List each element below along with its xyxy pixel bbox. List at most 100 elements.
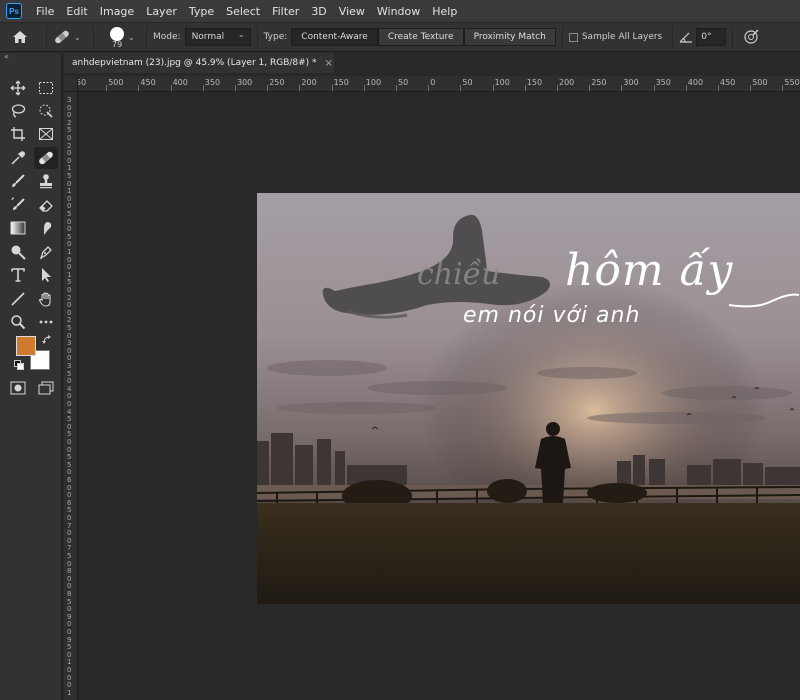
spot-healing-brush-tool[interactable] bbox=[34, 147, 58, 169]
menu-window[interactable]: Window bbox=[371, 5, 426, 18]
foreground-color-swatch[interactable] bbox=[16, 336, 36, 356]
type-tool[interactable] bbox=[6, 264, 30, 286]
home-button[interactable] bbox=[0, 23, 40, 51]
menu-3d[interactable]: 3D bbox=[305, 5, 332, 18]
ruler-tick bbox=[685, 85, 687, 91]
canvas-text-chieu: chiều bbox=[417, 257, 501, 292]
ruler-digit: 1 bbox=[67, 688, 72, 697]
menu-select[interactable]: Select bbox=[220, 5, 266, 18]
screen-mode-button[interactable] bbox=[34, 377, 58, 399]
smudge-tool[interactable] bbox=[34, 217, 58, 239]
path-selection-tool[interactable] bbox=[34, 264, 58, 286]
ruler-label: 50 bbox=[462, 78, 473, 87]
bandage-icon bbox=[39, 151, 53, 165]
angle-input[interactable]: 0° bbox=[696, 28, 727, 46]
sample-all-layers-checkbox[interactable]: Sample All Layers bbox=[568, 32, 666, 42]
quick-selection-tool[interactable] bbox=[34, 100, 58, 122]
ruler-tick bbox=[557, 85, 558, 91]
ruler-label: 150 bbox=[526, 78, 543, 87]
pen-icon bbox=[39, 246, 52, 260]
stamp-icon bbox=[40, 174, 52, 189]
more-tools-button[interactable] bbox=[34, 311, 58, 333]
type-icon bbox=[11, 268, 25, 282]
ruler-tick bbox=[202, 85, 204, 91]
ruler-label: 350 bbox=[655, 78, 671, 87]
ruler-label: 200 bbox=[559, 78, 575, 87]
ruler-label: 400 bbox=[687, 78, 704, 87]
brush-size-value: 79 bbox=[112, 40, 123, 49]
history-brush-tool[interactable] bbox=[6, 194, 30, 216]
canvas-text-em-noi-voi-anh: em nói với anh bbox=[463, 303, 641, 328]
toolbox-collapse-button[interactable]: « bbox=[0, 53, 61, 61]
canvas-text-hom-ay: hôm ấy bbox=[565, 245, 734, 296]
menu-image[interactable]: Image bbox=[94, 5, 140, 18]
angle-icon bbox=[679, 32, 693, 43]
ruler-tick bbox=[750, 85, 752, 91]
checkbox-box[interactable] bbox=[568, 32, 578, 42]
menu-help[interactable]: Help bbox=[426, 5, 463, 18]
tool-preset-picker[interactable]: ⌄ bbox=[53, 30, 87, 44]
options-separator bbox=[732, 26, 734, 48]
menu-edit[interactable]: Edit bbox=[60, 5, 93, 18]
line-icon bbox=[11, 292, 25, 306]
grass-field bbox=[257, 503, 800, 604]
ruler-tick bbox=[331, 85, 333, 91]
move-tool[interactable] bbox=[6, 77, 30, 99]
ruler-tick bbox=[299, 85, 301, 91]
brush-tip-icon bbox=[110, 27, 124, 41]
swap-colors-icon[interactable] bbox=[42, 335, 52, 345]
ruler-tick bbox=[235, 85, 236, 91]
pen-tool[interactable] bbox=[34, 241, 58, 263]
frame-tool[interactable] bbox=[34, 123, 58, 145]
clone-stamp-tool[interactable] bbox=[34, 170, 58, 192]
document-tab[interactable]: anhdepvietnam (23).jpg @ 45.9% (Layer 1,… bbox=[64, 53, 334, 73]
pressure-size-icon[interactable] bbox=[743, 29, 759, 45]
history-brush-icon bbox=[11, 197, 25, 210]
options-separator bbox=[146, 26, 147, 48]
gradient-tool[interactable] bbox=[6, 217, 30, 239]
brush-tool[interactable] bbox=[6, 170, 30, 192]
rectangle-marquee-icon bbox=[39, 82, 53, 94]
crop-tool[interactable] bbox=[6, 123, 30, 145]
horizontal-ruler[interactable]: 50 500 450 400 350 300 250 200 150 100 50 0 50 100 150… bbox=[64, 76, 800, 92]
menu-file[interactable]: File bbox=[30, 5, 60, 18]
hand-tool[interactable] bbox=[34, 288, 58, 310]
line-tool[interactable] bbox=[6, 288, 30, 310]
crop-icon bbox=[11, 127, 25, 141]
dodge-tool[interactable] bbox=[6, 241, 30, 263]
quick-mask-button[interactable] bbox=[6, 377, 30, 399]
eyedropper-tool[interactable] bbox=[6, 147, 30, 169]
document-canvas[interactable]: chiều hôm ấy em nói với anh bbox=[257, 193, 800, 604]
ruler-origin[interactable] bbox=[64, 76, 78, 92]
ruler-label: 250 bbox=[591, 78, 607, 87]
mode-select[interactable]: Normal ⌄ bbox=[184, 28, 251, 46]
type-create-texture-button[interactable]: Create Texture bbox=[377, 28, 464, 46]
vertical-ruler[interactable]: 3002502001501005005010015020025030035040… bbox=[64, 92, 78, 700]
toolbox: « bbox=[0, 53, 62, 700]
close-icon[interactable]: × bbox=[325, 58, 333, 69]
type-proximity-match-button[interactable]: Proximity Match bbox=[463, 28, 556, 46]
ruler-tick bbox=[460, 85, 462, 91]
menu-filter[interactable]: Filter bbox=[266, 5, 305, 18]
lasso-tool[interactable] bbox=[6, 100, 30, 122]
gradient-icon bbox=[10, 221, 26, 235]
ruler-tick bbox=[492, 85, 494, 91]
ruler-tick bbox=[524, 85, 526, 91]
menu-type[interactable]: Type bbox=[183, 5, 220, 18]
document-tab-title: anhdepvietnam (23).jpg @ 45.9% (Layer 1,… bbox=[72, 58, 317, 68]
options-separator bbox=[93, 26, 94, 48]
marquee-tool[interactable] bbox=[34, 77, 58, 99]
default-colors-icon[interactable] bbox=[14, 360, 24, 370]
menu-layer[interactable]: Layer bbox=[140, 5, 183, 18]
more-icon bbox=[39, 320, 53, 324]
menu-view[interactable]: View bbox=[333, 5, 371, 18]
zoom-tool[interactable] bbox=[6, 311, 30, 333]
ruler-label: 300 bbox=[237, 78, 253, 87]
ruler-label: 150 bbox=[333, 78, 349, 87]
brush-picker[interactable]: ⌄ 79 bbox=[100, 23, 140, 51]
type-content-aware-button[interactable]: Content-Aware bbox=[291, 28, 378, 46]
eraser-tool[interactable] bbox=[34, 194, 58, 216]
photoshop-window: Ps File Edit Image Layer Type Select Fil… bbox=[0, 0, 800, 700]
ruler-tick bbox=[267, 85, 269, 91]
ruler-tick bbox=[363, 85, 365, 91]
